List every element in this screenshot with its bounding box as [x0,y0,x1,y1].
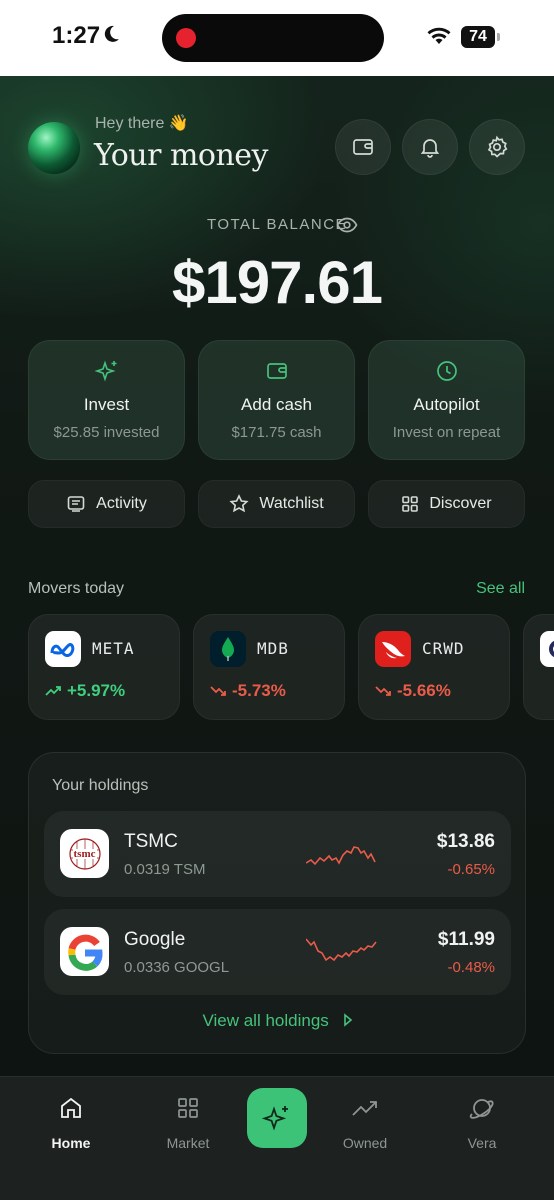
ai-action-button[interactable] [247,1088,307,1148]
view-all-holdings-link[interactable]: View all holdings [29,1011,527,1031]
watchlist-button[interactable]: Watchlist [198,480,355,528]
wallet-icon [353,139,373,155]
discover-label: Discover [429,495,492,512]
sparkle-icon [262,1106,288,1131]
meta-logo-icon [45,631,81,667]
mover-card-crwd[interactable]: CRWD -5.66% [358,614,510,720]
main-content: Hey there 👋 Your money TOTAL BALANCE $19… [0,76,554,1076]
nav-owned[interactable]: Owned [325,1093,405,1151]
mover-card-meta[interactable]: META +5.97% [28,614,180,720]
activity-label: Activity [96,495,147,512]
google-logo-icon [60,927,109,976]
page-title: Your money [94,138,269,173]
autopilot-card[interactable]: Autopilot Invest on repeat [368,340,525,460]
holding-qty: 0.0319 TSM [124,861,206,878]
gear-icon [487,135,508,158]
wallet-button[interactable] [335,119,391,175]
planet-icon [469,1099,494,1119]
nav-home[interactable]: Home [31,1093,111,1151]
trend-icon [352,1101,377,1116]
autopilot-sub: Invest on repeat [392,424,501,441]
grid-icon [402,496,419,512]
trend-down-icon [375,686,391,696]
see-all-link[interactable]: See all [476,580,525,598]
holding-change: -0.48% [447,959,495,976]
receipt-icon [67,496,85,512]
balance-amount: $197.61 [172,249,383,316]
chevron-right-icon [343,1013,352,1027]
holdings-card: Your holdings tsmc TSMC 0.0319 TSM $13.8… [28,752,526,1054]
battery-indicator: 74 [461,26,495,48]
mover-card-mdb[interactable]: MDB -5.73% [193,614,345,720]
holding-change: -0.65% [447,861,495,878]
mover-change: -5.73% [232,681,286,700]
mover-change: -5.66% [397,681,451,700]
sparkline-google [306,938,377,962]
mover-ticker: META [92,639,135,658]
holding-price: $11.99 [437,929,495,950]
holding-name: TSMC [124,831,178,852]
sparkline-tsmc [306,846,376,866]
invest-card[interactable]: Invest $25.85 invested [28,340,185,460]
holding-name: Google [124,929,186,950]
mongodb-logo-icon [210,631,246,667]
nav-home-label: Home [51,1135,91,1151]
dynamic-island [162,14,384,62]
nav-market[interactable]: Market [148,1093,228,1151]
nav-vera-label: Vera [467,1135,497,1151]
bell-icon [420,139,440,158]
balance-label: TOTAL BALANCE [206,216,348,233]
mover-change: +5.97% [67,681,126,700]
sparkle-icon [93,360,116,382]
nav-owned-label: Owned [342,1135,388,1151]
add-cash-card[interactable]: Add cash $171.75 cash [198,340,355,460]
tsmc-logo-icon: tsmc [60,829,109,878]
mover-ticker: CRWD [422,639,465,658]
holding-row-tsmc[interactable]: tsmc TSMC 0.0319 TSM $13.86 -0.65% [44,811,511,897]
battery-nub [497,33,500,41]
activity-button[interactable]: Activity [28,480,185,528]
view-all-label: View all holdings [202,1011,329,1030]
trend-down-icon [210,686,226,696]
avatar-orb[interactable] [28,122,80,174]
moon-icon [101,24,121,49]
autopilot-label: Autopilot [413,395,480,414]
holding-row-google[interactable]: Google 0.0336 GOOGL $11.99 -0.48% [44,909,511,995]
grid-icon [178,1098,198,1118]
mover-card-partial[interactable] [523,614,554,720]
invest-sub: $25.85 invested [53,424,160,441]
tsmc-logo-text: tsmc [73,847,96,860]
invest-label: Invest [83,395,130,414]
bottom-nav: Home Market Owned Vera [0,1076,554,1200]
wifi-icon [426,26,452,51]
greeting: Hey there 👋 [95,115,189,132]
movers-title: Movers today [28,580,125,597]
clock-icon [436,361,457,381]
holding-price: $13.86 [436,831,495,852]
status-time: 1:27 [52,22,101,49]
watchlist-label: Watchlist [259,495,324,512]
nav-market-label: Market [166,1135,210,1151]
home-icon [61,1097,81,1118]
eye-icon[interactable] [336,217,358,238]
holding-qty: 0.0336 GOOGL [124,959,230,976]
add-cash-sub: $171.75 cash [231,424,322,441]
settings-button[interactable] [469,119,525,175]
star-icon [229,494,249,513]
crowdstrike-logo-icon [375,631,411,667]
status-bar: 1:27 74 [0,0,554,76]
add-cash-label: Add cash [241,395,312,414]
partial-logo-icon [540,631,554,667]
holdings-title: Your holdings [52,777,149,794]
notifications-button[interactable] [402,119,458,175]
discover-button[interactable]: Discover [368,480,525,528]
recording-dot-icon [176,28,196,48]
trend-up-icon [45,686,61,696]
nav-vera[interactable]: Vera [442,1093,522,1151]
mover-ticker: MDB [257,639,289,658]
wallet-icon [266,363,287,379]
